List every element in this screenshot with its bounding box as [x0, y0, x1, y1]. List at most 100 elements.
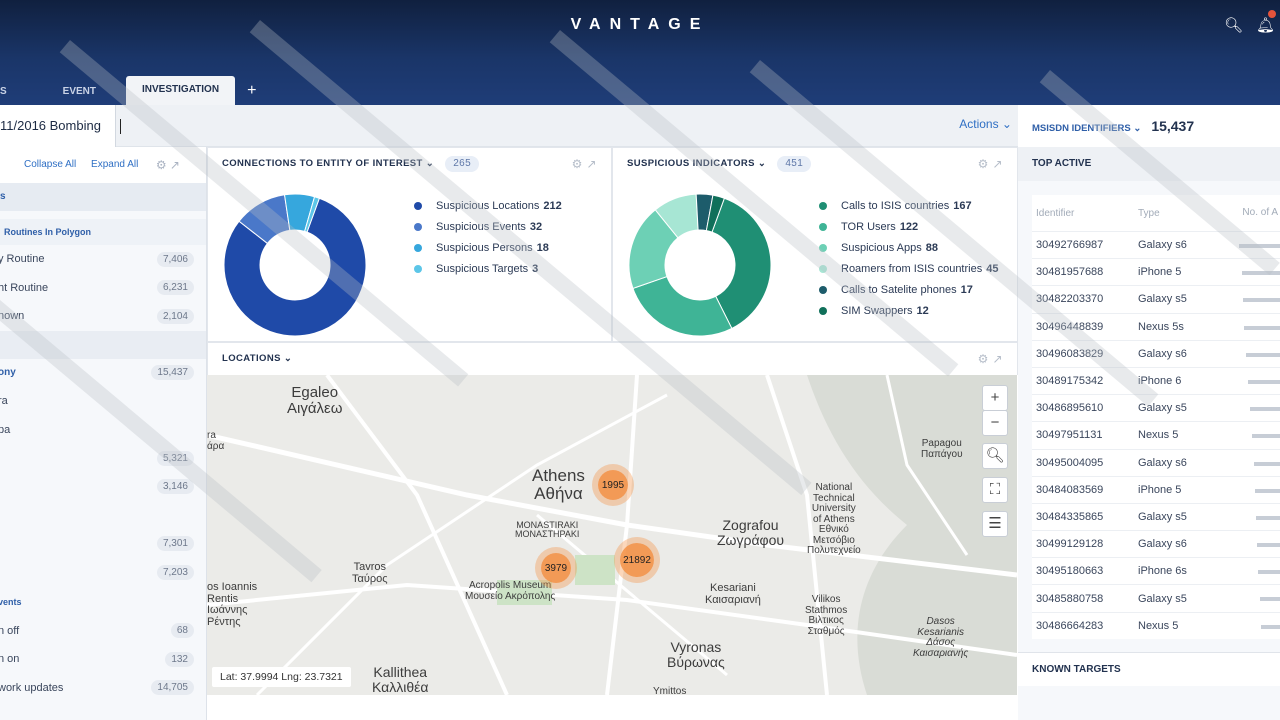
activity-bar [1250, 407, 1280, 412]
activity-bar [1248, 379, 1280, 384]
routines-subsection[interactable]: Routines In Polygon [0, 219, 206, 245]
settings-icon[interactable]: ⚙ ↗ [978, 343, 1003, 375]
type-cell: iPhone 5 [1138, 483, 1182, 496]
table-row[interactable]: 30499129128 Galaxy s6 [1032, 530, 1280, 557]
list-item[interactable]: n on 132 [0, 645, 206, 674]
map-label: Athens Αθήνα [532, 466, 585, 503]
tab-partial[interactable]: S [0, 79, 17, 105]
locations-map[interactable]: Egaleo Αιγάλεω Athens Αθήνα Zografou Ζωγ… [207, 375, 1017, 695]
table-row[interactable]: 30496083829 Galaxy s6 [1032, 339, 1280, 367]
list-item[interactable]: ht Routine 6,231 [0, 274, 206, 303]
table-row[interactable]: 30485880758 Galaxy s5 [1032, 584, 1280, 611]
type-cell: Nexus 5 [1138, 429, 1179, 442]
legend-dot [819, 222, 827, 231]
table-row[interactable]: 30486664283 Nexus 5 [1032, 611, 1280, 639]
zoom-in-button[interactable]: + [982, 385, 1008, 411]
type-cell: Galaxy s5 [1138, 592, 1187, 605]
count-badge: 7,301 [156, 536, 194, 552]
table-row[interactable]: 30481957688 iPhone 5 [1032, 258, 1280, 285]
activity-bar [1255, 488, 1280, 493]
list-item[interactable]: vents [0, 587, 206, 617]
identifier-cell: 30495180663 [1036, 565, 1104, 578]
list-item[interactable]: y Routine 7,406 [0, 245, 206, 274]
search-icon[interactable]: 🔍︎ [982, 443, 1008, 469]
identifier-cell: 30484083569 [1036, 483, 1104, 496]
location-cluster[interactable]: 3979 [541, 553, 571, 583]
activity-bar-cell [1220, 558, 1280, 584]
type-cell: Galaxy s5 [1138, 402, 1187, 415]
location-cluster[interactable]: 1995 [598, 470, 628, 500]
table-row[interactable]: 30482203370 Galaxy s5 [1032, 285, 1280, 312]
table-row[interactable]: 30484335865 Galaxy s5 [1032, 502, 1280, 530]
activity-bar [1243, 298, 1280, 303]
investigation-title[interactable]: 11/2016 Bombing [0, 105, 116, 147]
search-icon[interactable]: 🔍︎ [1224, 16, 1243, 34]
list-item[interactable]: work updates 14,705 [0, 674, 206, 703]
actions-menu[interactable]: Actions ⌄ [959, 117, 1012, 131]
msisdn-header[interactable]: MSISDN IDENTIFIERS ⌄ 15,437 [1018, 105, 1280, 147]
bell-icon[interactable]: 🔔︎ [1256, 16, 1275, 34]
add-tab-button[interactable]: + [235, 79, 268, 105]
activity-bar-cell [1220, 504, 1280, 530]
connections-widget: CONNECTIONS TO ENTITY OF INTEREST ⌄ 265 … [207, 147, 612, 342]
activity-bar-cell [1220, 613, 1280, 639]
activity-bar [1254, 461, 1280, 466]
column-header[interactable]: Identifier [1032, 208, 1138, 219]
list-item[interactable] [0, 501, 206, 530]
msisdn-panel: MSISDN IDENTIFIERS ⌄ 15,437 TOP ACTIVE Id… [1018, 105, 1280, 720]
legend-item[interactable]: TOR Users 122 [819, 216, 998, 237]
list-item[interactable]: n off 68 [0, 617, 206, 646]
map-label: Acropolis Museum Μουσείο Ακρόπολης [465, 580, 556, 602]
activity-bar-cell [1220, 422, 1280, 448]
list-item[interactable]: pa [0, 416, 206, 445]
count-badge: 265 [445, 156, 480, 172]
table-row[interactable]: 30495180663 iPhone 6s [1032, 557, 1280, 584]
zoom-out-button[interactable]: − [982, 410, 1008, 436]
activity-bar [1258, 570, 1280, 575]
table-row[interactable]: 30489175342 iPhone 6 [1032, 366, 1280, 394]
map-label: Zografou Ζωγράφου [717, 517, 785, 548]
list-item[interactable]: 3,146 [0, 473, 206, 502]
collapse-all-link[interactable]: Collapse All [24, 159, 76, 170]
table-row[interactable]: 30486895610 Galaxy s5 [1032, 394, 1280, 421]
settings-icon[interactable]: ⚙ ↗ [978, 148, 1003, 180]
count-badge: 14,705 [151, 680, 194, 696]
settings-icon[interactable]: ⚙ ↗ [572, 148, 597, 180]
locations-widget: LOCATIONS ⌄ ⚙ ↗ [207, 342, 1018, 375]
count-badge: 68 [170, 623, 194, 639]
count-badge: 132 [165, 651, 194, 667]
activity-bar-cell [1220, 368, 1280, 394]
settings-icon[interactable]: ⚙ ↗ [156, 147, 180, 183]
table-row[interactable]: 30484083569 iPhone 5 [1032, 475, 1280, 503]
activity-bar [1261, 624, 1280, 629]
expand-all-link[interactable]: Expand All [91, 159, 138, 170]
donut-slice[interactable] [632, 275, 733, 337]
list-item[interactable]: ony15,437 [0, 359, 206, 388]
type-cell: Galaxy s6 [1138, 239, 1187, 252]
map-label: Vyronas Βύρωνας [667, 639, 725, 670]
table-row[interactable]: 30497951131 Nexus 5 [1032, 421, 1280, 448]
list-item[interactable]: 7,301 [0, 530, 206, 559]
table-row[interactable]: 30495004095 Galaxy s6 [1032, 448, 1280, 476]
identifier-cell: 30486895610 [1036, 402, 1104, 415]
fullscreen-icon[interactable]: ⛶ [982, 477, 1008, 503]
type-cell: Nexus 5s [1138, 320, 1184, 333]
location-cluster[interactable]: 21892 [620, 543, 654, 577]
section-header[interactable]: s [0, 183, 206, 211]
map-label: MONASTIRAKI ΜΟΝΑΣΤΗΡΑΚΙ [515, 520, 580, 540]
list-item[interactable]: 7,203 [0, 558, 206, 587]
layers-icon[interactable]: ☰ [982, 511, 1008, 537]
legend-dot [414, 243, 422, 252]
widget-title[interactable]: SUSPICIOUS INDICATORS ⌄ 451 ⚙ ↗ [613, 148, 1017, 180]
activity-bar-cell [1220, 314, 1280, 340]
map-label: Papagou Παπάγου [921, 438, 963, 460]
map-label: Ymittos [653, 686, 687, 695]
top-header: VANTAGE 🔍︎ 🔔︎ S EVENT INVESTIGATION + [0, 0, 1280, 105]
legend-item[interactable]: SIM Swappers 12 [819, 300, 998, 321]
map-label: Tavros Ταύρος [352, 561, 388, 585]
widget-title[interactable]: LOCATIONS ⌄ ⚙ ↗ [208, 343, 1017, 375]
known-targets-header[interactable]: KNOWN TARGETS [1018, 652, 1280, 686]
activity-bar [1256, 515, 1280, 520]
map-label: Dasos Kesarianis Δάσος Καισαριανής [913, 616, 969, 659]
msisdn-total: 15,437 [1151, 118, 1195, 134]
